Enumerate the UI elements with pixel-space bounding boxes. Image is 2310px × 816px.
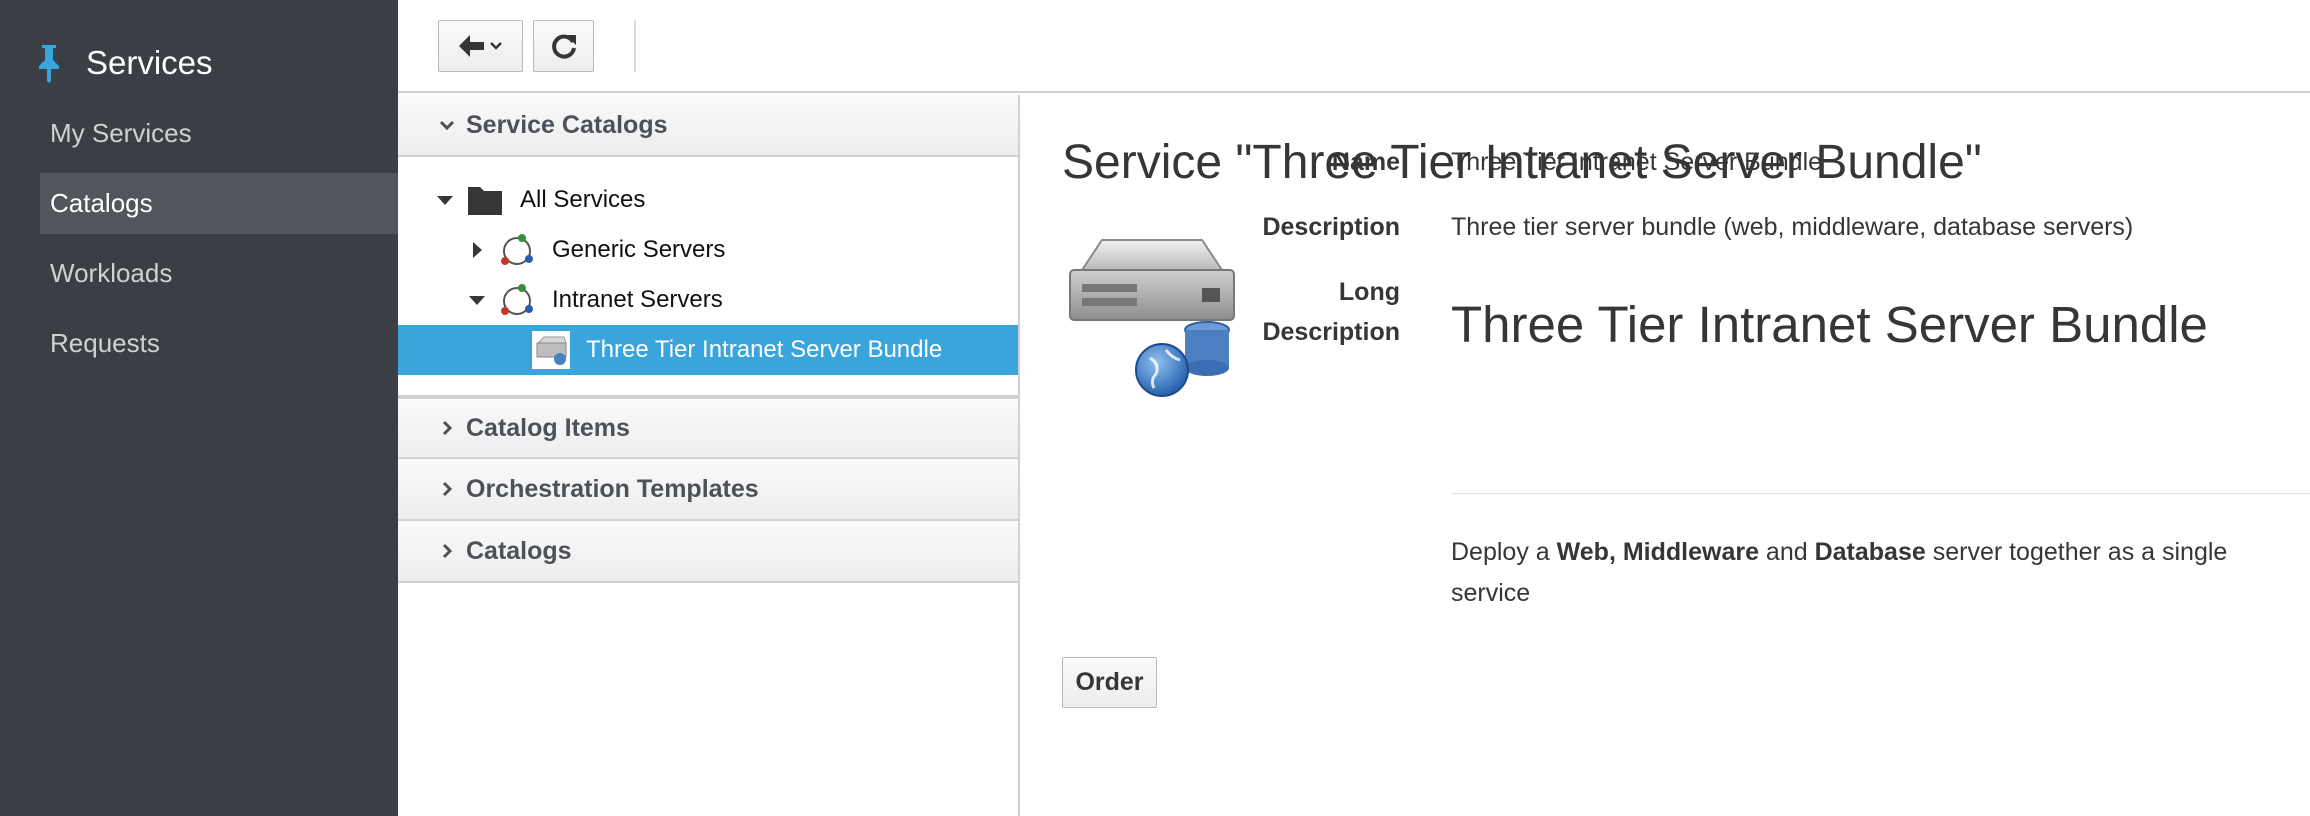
chevron-right-icon bbox=[442, 543, 453, 559]
divider bbox=[1451, 493, 2310, 494]
long-description-title: Three Tier Intranet Server Bundle bbox=[1451, 296, 2208, 353]
refresh-icon bbox=[551, 34, 576, 59]
sidebar-item-label: Catalogs bbox=[50, 188, 153, 218]
tree-node-intranet-servers[interactable]: Intranet Servers bbox=[398, 275, 1018, 325]
long-description-label-line1: Long bbox=[1338, 278, 1400, 306]
sidebar-nav: My Services Catalogs Workloads Requests bbox=[40, 103, 398, 383]
tree-node-label: Generic Servers bbox=[552, 236, 726, 263]
tree-node-three-tier-bundle[interactable]: Three Tier Intranet Server Bundle bbox=[398, 325, 1018, 375]
chevron-right-icon bbox=[442, 420, 453, 436]
deploy-text: Deploy a bbox=[1451, 538, 1557, 566]
catalog-icon bbox=[501, 284, 533, 315]
order-button[interactable]: Order bbox=[1062, 657, 1157, 708]
sidebar-item-label: Requests bbox=[50, 328, 160, 358]
chevron-down-icon bbox=[439, 120, 455, 131]
tree-node-label: Intranet Servers bbox=[552, 286, 723, 313]
long-description-label-line2: Description bbox=[1262, 318, 1400, 346]
caret-right-icon[interactable] bbox=[468, 241, 486, 259]
sidebar-item-my-services[interactable]: My Services bbox=[40, 103, 398, 164]
accordion-catalog-items[interactable]: Catalog Items bbox=[398, 397, 1018, 459]
accordion-label: Service Catalogs bbox=[466, 110, 668, 139]
chevron-right-icon bbox=[442, 481, 453, 497]
accordion-catalogs[interactable]: Catalogs bbox=[398, 521, 1018, 583]
sidebar-item-requests[interactable]: Requests bbox=[40, 313, 398, 374]
sidebar: Services My Services Catalogs Workloads … bbox=[0, 0, 398, 816]
deploy-bold-text: Database bbox=[1814, 538, 1926, 566]
folder-icon bbox=[468, 187, 502, 215]
accordion-orchestration-templates[interactable]: Orchestration Templates bbox=[398, 459, 1018, 521]
deploy-text: and bbox=[1758, 538, 1815, 566]
tree-node-label: All Services bbox=[520, 186, 646, 213]
back-button[interactable] bbox=[438, 20, 523, 72]
caret-down-icon[interactable] bbox=[468, 291, 486, 309]
accordion-label: Catalog Items bbox=[466, 413, 630, 442]
tree-node-all-services[interactable]: All Services bbox=[398, 175, 1018, 225]
name-value: Three Tier Intranet Server Bundle bbox=[1451, 148, 1823, 176]
description-label: Description bbox=[1262, 213, 1400, 241]
arrow-left-icon bbox=[458, 35, 502, 57]
long-description-body: Deploy a Web, Middleware and Database se… bbox=[1451, 532, 2271, 614]
name-label: Name bbox=[1331, 148, 1400, 176]
sidebar-item-label: My Services bbox=[50, 118, 192, 148]
refresh-button[interactable] bbox=[533, 20, 594, 72]
accordion-label: Catalogs bbox=[466, 536, 572, 565]
sidebar-item-workloads[interactable]: Workloads bbox=[40, 243, 398, 304]
pin-icon bbox=[39, 45, 59, 83]
service-detail: Service "Three Tier Intranet Server Bund… bbox=[1022, 95, 2310, 816]
description-value: Three tier server bundle (web, middlewar… bbox=[1451, 213, 2134, 241]
accordion-panel: Service Catalogs All Services Generic Se… bbox=[398, 95, 1020, 816]
tree-node-label: Three Tier Intranet Server Bundle bbox=[586, 336, 943, 363]
accordion-service-catalogs[interactable]: Service Catalogs bbox=[398, 95, 1018, 157]
accordion-label: Orchestration Templates bbox=[466, 474, 759, 503]
sidebar-item-catalogs[interactable]: Catalogs bbox=[40, 173, 398, 234]
brand[interactable]: Services bbox=[34, 40, 213, 86]
server-icon bbox=[532, 331, 570, 369]
deploy-bold-text: Web, Middleware bbox=[1556, 538, 1759, 566]
sidebar-item-label: Workloads bbox=[50, 258, 173, 288]
toolbar bbox=[398, 0, 2310, 93]
catalog-tree: All Services Generic Servers Intranet Se… bbox=[398, 157, 1018, 397]
catalog-icon bbox=[501, 234, 533, 265]
toolbar-separator bbox=[634, 20, 636, 72]
app-title: Services bbox=[86, 44, 213, 81]
caret-down-icon[interactable] bbox=[436, 191, 454, 209]
tree-node-generic-servers[interactable]: Generic Servers bbox=[398, 225, 1018, 275]
